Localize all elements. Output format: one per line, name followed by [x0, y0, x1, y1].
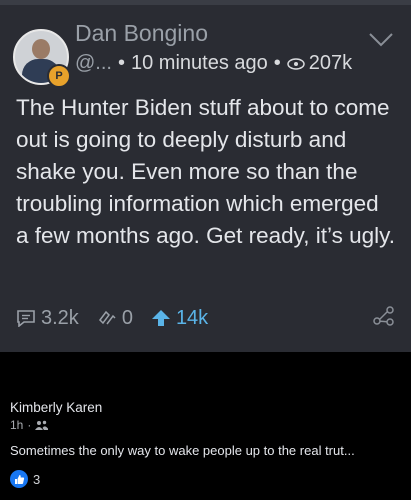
repost-button[interactable]: 0: [97, 307, 133, 330]
share-icon[interactable]: [372, 305, 396, 327]
comment-reactions[interactable]: 3: [10, 470, 40, 488]
comments-count: 3.2k: [41, 306, 79, 329]
upvote-button[interactable]: 14k: [151, 307, 208, 330]
eye-icon: [287, 57, 305, 70]
friends-icon: [35, 420, 49, 430]
verified-badge-icon: P: [47, 64, 71, 88]
repost-icon: [98, 310, 116, 325]
view-count: 207k: [308, 52, 353, 74]
meta-dot: ·: [27, 418, 32, 432]
chevron-down-icon[interactable]: [368, 32, 394, 48]
upvote-icon: [151, 310, 170, 326]
meta-dot: •: [117, 52, 125, 74]
post-meta: @... • 10 minutes ago • 207k: [75, 52, 352, 75]
comment-meta: 1h ·: [10, 418, 49, 432]
comment-icon: [17, 310, 35, 327]
author-name[interactable]: Dan Bongino: [75, 20, 208, 47]
commenter-name[interactable]: Kimberly Karen: [10, 400, 102, 415]
comment: Kimberly Karen 1h · Sometimes the only w…: [0, 352, 411, 500]
post-time: 10 minutes ago: [131, 52, 268, 74]
meta-dot: •: [273, 52, 281, 74]
author-handle[interactable]: @...: [75, 52, 112, 75]
post-card[interactable]: P Dan Bongino @... • 10 minutes ago • 20…: [0, 0, 411, 352]
top-divider: [0, 0, 411, 5]
upvote-count: 14k: [175, 306, 209, 329]
comment-text: Sometimes the only way to wake people up…: [10, 443, 355, 458]
comments-button[interactable]: 3.2k: [16, 307, 79, 330]
post-actions: 3.2k 0 14k: [16, 305, 226, 331]
post-text: The Hunter Biden stuff about to come out…: [16, 95, 395, 248]
like-icon: [10, 470, 28, 488]
avatar-head: [32, 39, 50, 59]
like-count: 3: [33, 471, 41, 487]
comment-time: 1h: [10, 418, 24, 432]
repost-count: 0: [121, 306, 133, 329]
badge-letter: P: [55, 70, 63, 82]
